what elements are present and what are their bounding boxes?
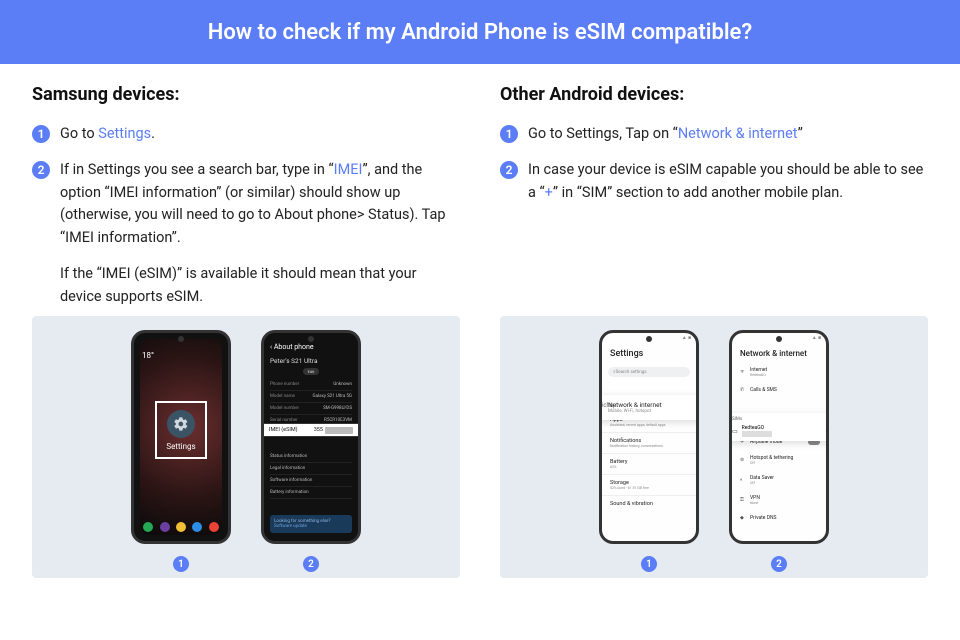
other-mockups: ▲ ■ Settings ⌕ Search settings AppsAssis… bbox=[500, 316, 928, 578]
step-badge: 1 bbox=[500, 125, 518, 143]
step-badge: 2 bbox=[500, 161, 518, 179]
net-row: ◐Data SaverOff bbox=[732, 470, 826, 490]
net-row: ✆Calls & SMS bbox=[732, 382, 826, 398]
mock-number-badge: 1 bbox=[641, 556, 657, 572]
info-row: Legal information bbox=[270, 463, 352, 475]
dock-icon bbox=[160, 522, 170, 532]
samsung-phone-1: 18° Settings bbox=[131, 330, 231, 544]
mock-number-badge: 2 bbox=[303, 556, 319, 572]
samsung-step-2-extra: If the “IMEI (eSIM)” is available it sho… bbox=[60, 263, 460, 308]
dock-icon bbox=[143, 522, 153, 532]
wifi-icon: �échap bbox=[599, 402, 616, 409]
step-text: Go to Settings, Tap on “Network & intern… bbox=[528, 123, 803, 145]
dock-icon bbox=[209, 522, 219, 532]
imei-esim-highlight: IMEI (eSIM) 355 bbox=[261, 423, 361, 437]
step-badge: 2 bbox=[32, 161, 50, 179]
plus-link[interactable]: + bbox=[545, 184, 553, 201]
samsung-phone-1-wrap: 18° Settings 1 bbox=[131, 330, 231, 572]
about-phone-screen: ‹ About phone Peter's S21 Ultra Edit Pho… bbox=[264, 333, 358, 541]
screen-title: Network & internet bbox=[732, 345, 826, 362]
network-internet-link[interactable]: Network & internet bbox=[678, 125, 798, 142]
info-row: Phone numberUnknown bbox=[270, 379, 352, 391]
mock-number-badge: 2 bbox=[771, 556, 787, 572]
dock bbox=[140, 519, 222, 535]
info-row: Model nameGalaxy S21 Ultra 5G bbox=[270, 391, 352, 403]
add-sim-plus: + bbox=[826, 427, 829, 436]
info-row: Model numberSM-G998U/DS bbox=[270, 403, 352, 415]
mockup-row: 18° Settings 1 bbox=[0, 316, 960, 578]
net-row: ⊚Hotspot & tetheringOff bbox=[732, 450, 826, 470]
search-bar: ⌕ Search settings bbox=[608, 367, 690, 377]
other-step-2: 2 In case your device is eSIM capable yo… bbox=[500, 159, 928, 204]
info-row: Battery information bbox=[270, 487, 352, 499]
camera-notch bbox=[776, 336, 782, 342]
phone-icon: ✆ bbox=[740, 387, 746, 393]
redacted-value bbox=[742, 431, 772, 437]
settings-tile: Settings bbox=[155, 401, 207, 459]
gear-icon bbox=[167, 410, 195, 438]
settings-row: NotificationsNotification history, conve… bbox=[602, 432, 696, 453]
samsung-column: Samsung devices: 1 Go to Settings. 2 If … bbox=[32, 84, 460, 308]
step-text: Go to Settings. bbox=[60, 123, 155, 145]
other-step-1: 1 Go to Settings, Tap on “Network & inte… bbox=[500, 123, 928, 145]
instructions-grid: Samsung devices: 1 Go to Settings. 2 If … bbox=[0, 64, 960, 308]
settings-link[interactable]: Settings bbox=[98, 125, 151, 142]
other-column: Other Android devices: 1 Go to Settings,… bbox=[500, 84, 928, 308]
edit-button: Edit bbox=[303, 368, 320, 375]
device-name: Peter's S21 Ultra bbox=[270, 357, 352, 365]
net-row: ⚿VPNNone bbox=[732, 490, 826, 510]
imei-esim-label: IMEI (eSIM) bbox=[269, 427, 298, 433]
step-text: If in Settings you see a search bar, typ… bbox=[60, 159, 460, 249]
dock-icon bbox=[192, 522, 202, 532]
other-phone-2-wrap: ▲ ■ Network & internet ᯤInternetRedteaGO… bbox=[729, 330, 829, 572]
settings-row: Sound & vibration bbox=[602, 495, 696, 512]
dns-icon: ◆ bbox=[740, 515, 746, 521]
settings-row: Storage52% used - 61.51 GB free bbox=[602, 474, 696, 495]
datasaver-icon: ◐ bbox=[740, 477, 746, 483]
samsung-mockups: 18° Settings 1 bbox=[32, 316, 460, 578]
step-badge: 1 bbox=[32, 125, 50, 143]
samsung-phone-2: ‹ About phone Peter's S21 Ultra Edit Pho… bbox=[261, 330, 361, 544]
weather-widget: 18° bbox=[142, 351, 154, 360]
hotspot-icon: ⊚ bbox=[740, 457, 746, 463]
dock-icon bbox=[176, 522, 186, 532]
redacted-value bbox=[325, 427, 353, 434]
settings-screen: Settings ⌕ Search settings AppsAssistant… bbox=[602, 333, 696, 541]
sims-popup: SIMs ▭ RedteaGO + bbox=[729, 413, 829, 441]
net-row: ◆Private DNS bbox=[732, 510, 826, 526]
other-phone-1-wrap: ▲ ■ Settings ⌕ Search settings AppsAssis… bbox=[599, 330, 699, 572]
info-row: Status information bbox=[270, 451, 352, 463]
camera-notch bbox=[178, 336, 184, 342]
samsung-step-2: 2 If in Settings you see a search bar, t… bbox=[32, 159, 460, 249]
popup-sub: Mobile, Wi-Fi, hotspot bbox=[608, 409, 690, 414]
mock-number-badge: 1 bbox=[173, 556, 189, 572]
search-suggestion: Looking for something else? Software upd… bbox=[270, 515, 352, 533]
camera-notch bbox=[646, 336, 652, 342]
other-phone-1: ▲ ■ Settings ⌕ Search settings AppsAssis… bbox=[599, 330, 699, 544]
samsung-step-1: 1 Go to Settings. bbox=[32, 123, 460, 145]
settings-row: Battery62% bbox=[602, 453, 696, 474]
samsung-phone-2-wrap: ‹ About phone Peter's S21 Ultra Edit Pho… bbox=[261, 330, 361, 572]
sims-label: SIMs bbox=[732, 417, 829, 422]
wifi-icon: ᯤ bbox=[740, 369, 746, 375]
network-internet-popup: �échap ᯤ Network & internet Mobile, Wi-F… bbox=[599, 395, 699, 420]
camera-notch bbox=[308, 336, 314, 342]
info-row: Software information bbox=[270, 475, 352, 487]
page-header: How to check if my Android Phone is eSIM… bbox=[0, 0, 960, 64]
settings-label: Settings bbox=[166, 442, 195, 451]
imei-link[interactable]: IMEI bbox=[334, 161, 363, 178]
vpn-icon: ⚿ bbox=[740, 497, 746, 503]
step-text: In case your device is eSIM capable you … bbox=[528, 159, 928, 204]
other-heading: Other Android devices: bbox=[500, 84, 928, 105]
screen-title: Settings bbox=[602, 345, 696, 363]
page-title: How to check if my Android Phone is eSIM… bbox=[208, 20, 752, 45]
screen-title: ‹ About phone bbox=[270, 343, 352, 351]
samsung-heading: Samsung devices: bbox=[32, 84, 460, 105]
net-row: ᯤInternetRedteaGO bbox=[732, 362, 826, 382]
other-phone-2: ▲ ■ Network & internet ᯤInternetRedteaGO… bbox=[729, 330, 829, 544]
